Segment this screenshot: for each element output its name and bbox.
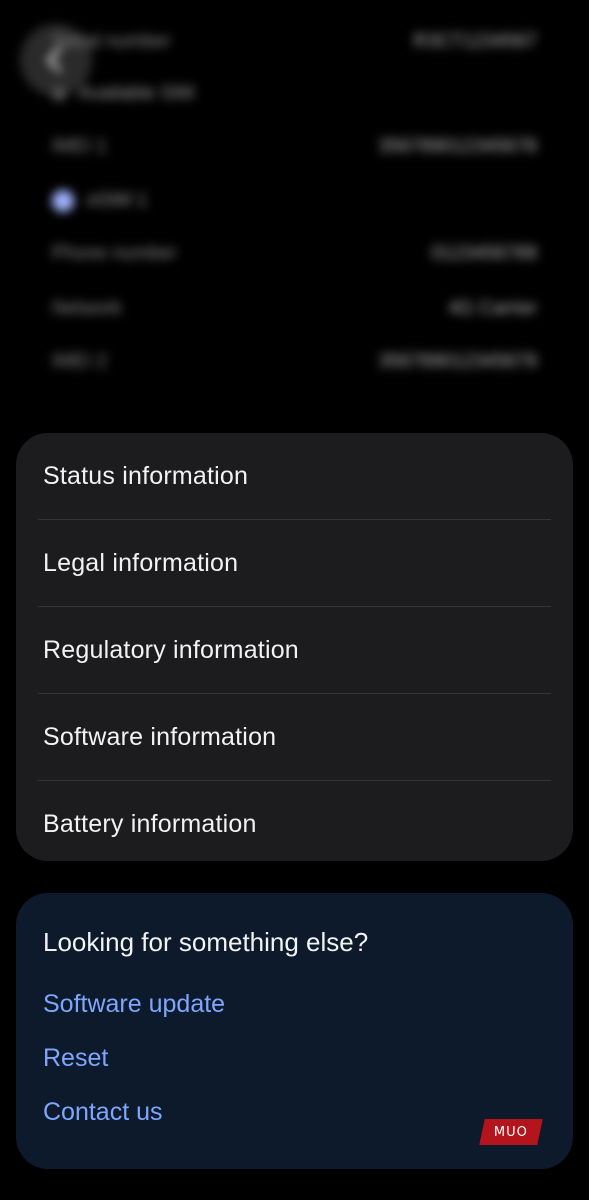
item-label: Legal information xyxy=(43,548,239,577)
row-value: 356789012345679 xyxy=(378,351,537,372)
reset-link[interactable]: Reset xyxy=(43,1044,108,1073)
imei-1-row: IMEI 1 356789012345678 xyxy=(52,132,537,162)
row-label: IMEI 1 xyxy=(52,136,107,157)
software-information-item[interactable]: Software information xyxy=(16,694,573,780)
item-label: Regulatory information xyxy=(43,635,299,664)
row-value: R3CT1234567 xyxy=(413,31,537,52)
status-information-item[interactable]: Status information xyxy=(16,433,573,519)
esim-1-row: eSIM 1 xyxy=(52,186,537,216)
row-label: Network xyxy=(52,298,122,319)
regulatory-information-item[interactable]: Regulatory information xyxy=(16,607,573,693)
esim-icon xyxy=(52,189,74,212)
item-label: Battery information xyxy=(43,809,257,838)
legal-information-item[interactable]: Legal information xyxy=(16,520,573,606)
watermark-text: MUO xyxy=(494,1124,528,1140)
network-row: Network 4G Carrier xyxy=(52,294,537,324)
sim-card-icon xyxy=(52,86,66,101)
row-label: Serial number xyxy=(52,31,171,52)
phone-number-row: Phone number 0123456789 xyxy=(52,239,537,269)
serial-number-row: Serial number R3CT1234567 xyxy=(52,27,537,57)
imei-2-row: IMEI 2 356789012345679 xyxy=(52,347,537,377)
available-sim-row: Available SIM xyxy=(52,79,537,109)
row-label: Available SIM xyxy=(78,83,195,104)
row-value: 356789012345678 xyxy=(378,136,537,157)
row-value: 4G Carrier xyxy=(448,298,537,319)
row-label: IMEI 2 xyxy=(52,351,107,372)
looking-for-something-else-card: Looking for something else? Software upd… xyxy=(16,893,573,1169)
contact-us-link[interactable]: Contact us xyxy=(43,1098,163,1127)
battery-information-item[interactable]: Battery information xyxy=(16,781,573,861)
looking-title: Looking for something else? xyxy=(43,927,369,957)
row-value: 0123456789 xyxy=(431,243,537,264)
item-label: Software information xyxy=(43,722,277,751)
item-label: Status information xyxy=(43,461,249,490)
software-update-link[interactable]: Software update xyxy=(43,990,225,1019)
information-list-card: Status information Legal information Reg… xyxy=(16,433,573,861)
row-label: eSIM 1 xyxy=(87,190,148,211)
muo-watermark-logo: MUO xyxy=(479,1119,543,1145)
row-label: Phone number xyxy=(52,243,177,264)
blurred-identifiers-region: Serial number R3CT1234567 Available SIM … xyxy=(0,0,589,400)
